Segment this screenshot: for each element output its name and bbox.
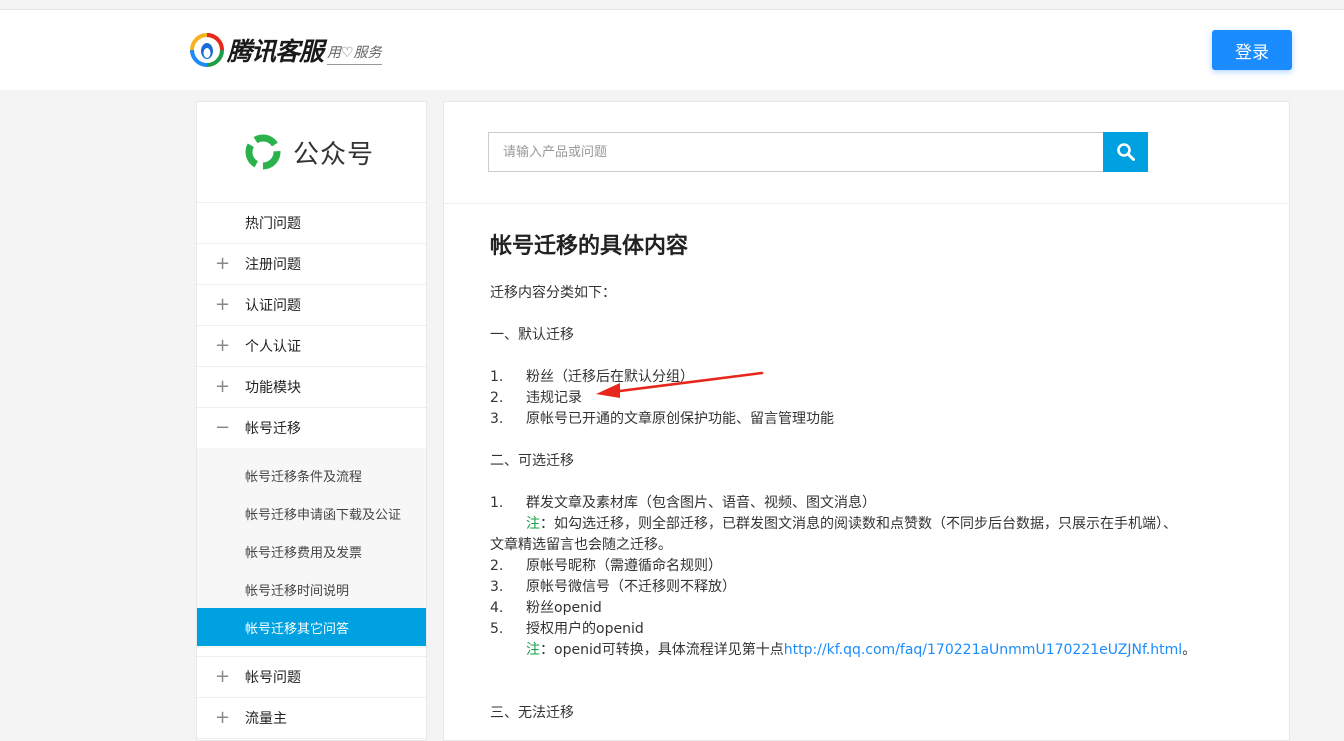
section-title: 二、可选迁移: [490, 453, 574, 469]
sidebar-item-label: 注册问题: [245, 257, 301, 273]
sub-item-fees[interactable]: 帐号迁移费用及发票: [197, 532, 426, 570]
list-item: 4. 粉丝openid: [490, 600, 602, 616]
faq-link[interactable]: http://kf.qq.com/faq/170221aUnmmU170221e…: [784, 642, 1182, 658]
sidebar-item-verification[interactable]: + 认证问题: [197, 285, 426, 326]
sidebar-item-account-issues[interactable]: + 帐号问题: [197, 656, 426, 698]
plus-icon: +: [215, 294, 231, 315]
main-content: 帐号迁移的具体内容 迁移内容分类如下： 一、默认迁移 1.粉丝（迁移后在默认分组…: [443, 101, 1290, 741]
note-tag: 注: [526, 516, 540, 532]
sidebar-item-label: 热门问题: [245, 216, 301, 232]
note-continuation: 文章精选留言也会随之迁移。: [490, 537, 672, 553]
expand-icon: [215, 213, 229, 233]
sidebar-item-label: 认证问题: [245, 298, 301, 314]
tencent-service-logo[interactable]: 腾讯客服 用♡服务: [190, 28, 382, 72]
search-input[interactable]: [488, 132, 1103, 172]
sub-item-other-qa[interactable]: 帐号迁移其它问答: [197, 608, 426, 646]
sub-item-conditions[interactable]: 帐号迁移条件及流程: [197, 456, 426, 494]
plus-icon: +: [215, 335, 231, 356]
sidebar-item-registration[interactable]: + 注册问题: [197, 244, 426, 285]
sidebar-item-label: 个人认证: [245, 339, 301, 355]
product-header[interactable]: 公众号: [197, 102, 426, 203]
search-button[interactable]: [1103, 132, 1148, 172]
plus-icon: +: [215, 376, 231, 397]
sidebar-item-label: 流量主: [245, 711, 287, 727]
sidebar-item-label: 帐号问题: [245, 670, 301, 686]
plus-icon: +: [215, 253, 231, 274]
list-item: 2. 原帐号昵称（需遵循命名规则）: [490, 558, 722, 574]
search-icon: [1116, 143, 1135, 161]
article: 帐号迁移的具体内容 迁移内容分类如下： 一、默认迁移 1. 粉丝（迁移后在默认分组…: [490, 232, 1250, 724]
plus-icon: +: [215, 707, 231, 728]
sub-menu-account-migration: 帐号迁移条件及流程 帐号迁移申请函下载及公证 帐号迁移费用及发票 帐号迁移时间说…: [197, 448, 426, 648]
search-bar: [488, 132, 1148, 172]
article-intro: 迁移内容分类如下：: [490, 285, 616, 301]
logo-text: 腾讯客服: [227, 37, 324, 66]
list-item: 2. 违规记录: [490, 390, 582, 406]
minus-icon: −: [215, 417, 231, 438]
sub-item-time[interactable]: 帐号迁移时间说明: [197, 570, 426, 608]
divider: [444, 203, 1289, 204]
section-title: 一、默认迁移: [490, 327, 574, 343]
list-item: 5. 授权用户的openid: [490, 621, 644, 637]
note: 注：如勾选迁移，则全部迁移，已群发图文消息的阅读数和点赞数（不同步后台数据，只展…: [526, 516, 1177, 532]
sub-item-application-letter[interactable]: 帐号迁移申请函下载及公证: [197, 494, 426, 532]
sidebar-item-label: 帐号迁移: [245, 421, 301, 437]
official-account-icon: [245, 134, 281, 170]
note-tag: 注: [526, 642, 540, 658]
top-strip: [0, 0, 1344, 10]
sidebar: 公众号 热门问题 + 注册问题 + 认证问题 + 个人认证 + 功能模块 − 帐…: [196, 101, 427, 741]
note: 注：openid可转换，具体流程详见第十点http://kf.qq.com/fa…: [526, 642, 1197, 658]
article-title: 帐号迁移的具体内容: [490, 234, 689, 259]
plus-icon: +: [215, 666, 231, 687]
list-item: 1. 粉丝（迁移后在默认分组）: [490, 369, 694, 385]
list-item: 3. 原帐号已开通的文章原创保护功能、留言管理功能: [490, 411, 834, 427]
site-header: 腾讯客服 用♡服务 登录: [0, 10, 1344, 90]
sidebar-item-label: 功能模块: [245, 380, 301, 396]
sidebar-item-hot-questions[interactable]: 热门问题: [197, 203, 426, 244]
product-name: 公众号: [293, 139, 375, 170]
list-item: 1. 群发文章及素材库（包含图片、语音、视频、图文消息）: [490, 495, 876, 511]
sidebar-item-account-migration[interactable]: − 帐号迁移: [197, 408, 426, 448]
sidebar-item-features[interactable]: + 功能模块: [197, 367, 426, 408]
logo-slogan: 用♡服务: [327, 42, 382, 65]
penguin-logo-icon: [190, 33, 224, 67]
list-item: 3. 原帐号微信号（不迁移则不释放）: [490, 579, 736, 595]
sidebar-item-personal-verification[interactable]: + 个人认证: [197, 326, 426, 367]
login-button[interactable]: 登录: [1212, 30, 1292, 70]
section-title: 三、无法迁移: [490, 705, 574, 721]
